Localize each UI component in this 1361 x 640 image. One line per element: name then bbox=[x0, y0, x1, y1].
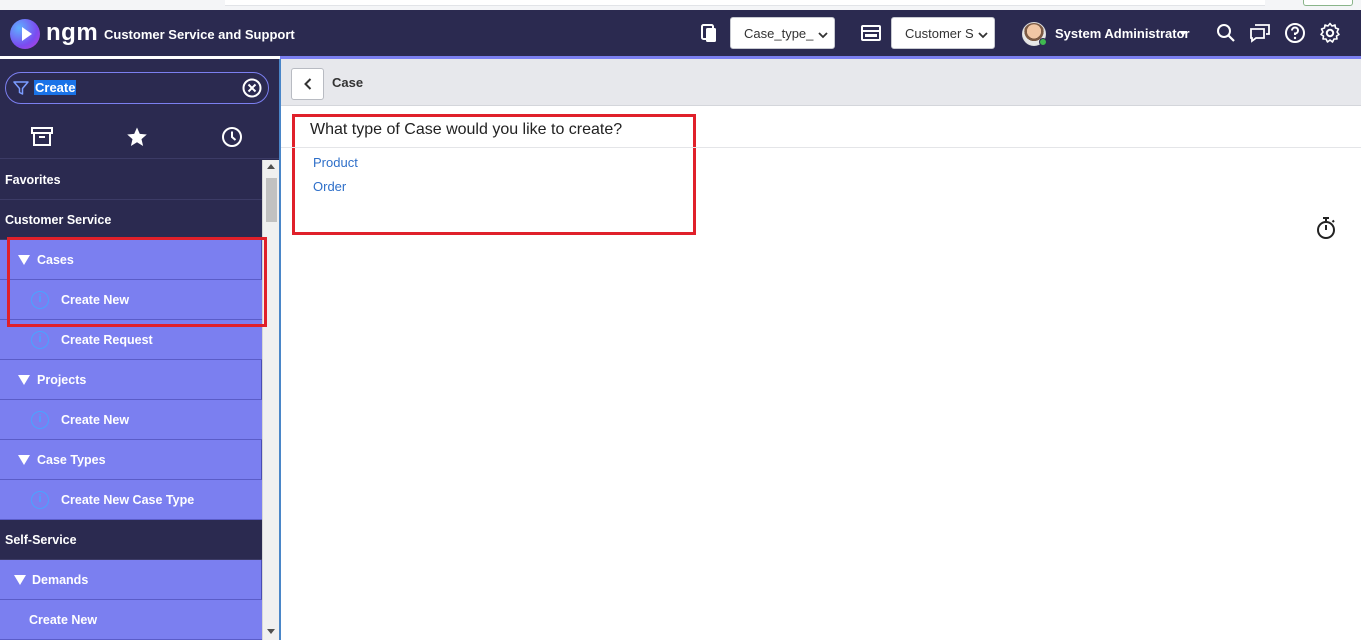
nav-label: Create New bbox=[61, 413, 130, 427]
nav-group-demands[interactable]: Demands bbox=[0, 560, 262, 600]
navigator-scrollbar[interactable] bbox=[262, 160, 279, 640]
scroll-down-arrow-icon[interactable] bbox=[267, 629, 275, 634]
info-icon[interactable]: i bbox=[31, 411, 49, 429]
nav-section-self-service[interactable]: Self-Service bbox=[0, 520, 262, 560]
user-name[interactable]: System Administrator bbox=[1055, 26, 1190, 41]
navigator-menu-list: Favorites Customer Service Cases i Create… bbox=[0, 160, 262, 640]
info-icon[interactable]: i bbox=[31, 331, 49, 349]
online-status-dot bbox=[1039, 38, 1047, 46]
page-title: Case bbox=[332, 75, 364, 90]
stopwatch-icon[interactable] bbox=[1315, 216, 1337, 240]
browser-top-strip bbox=[0, 0, 1361, 10]
nav-item-create-new-case-type[interactable]: i Create New Case Type bbox=[0, 480, 262, 520]
search-icon[interactable] bbox=[1215, 22, 1237, 44]
nav-label: Create Request bbox=[61, 333, 153, 347]
avatar[interactable] bbox=[1022, 22, 1047, 46]
nav-item-projects-create-new[interactable]: i Create New bbox=[0, 400, 262, 440]
scope-select-value: Case_type_ bbox=[744, 26, 814, 41]
favorites-star-icon[interactable] bbox=[125, 125, 149, 149]
nav-label: Cases bbox=[37, 253, 74, 267]
nav-item-demands-create-new[interactable]: Create New bbox=[0, 600, 262, 640]
nav-group-cases[interactable]: Cases bbox=[0, 240, 262, 280]
filter-icon bbox=[13, 80, 29, 101]
chat-icon[interactable] bbox=[1249, 22, 1271, 44]
chevron-down-icon bbox=[978, 28, 988, 43]
user-menu-caret-icon[interactable] bbox=[1179, 31, 1187, 36]
top-right-button-edge bbox=[1303, 0, 1353, 6]
nav-label: Self-Service bbox=[5, 533, 77, 547]
application-scope-icon[interactable] bbox=[698, 22, 720, 44]
brand-name[interactable]: ngm bbox=[46, 19, 98, 47]
expand-triangle-icon[interactable] bbox=[18, 375, 30, 385]
form-header: Case bbox=[281, 59, 1361, 106]
app-select-value: Customer S bbox=[905, 26, 974, 41]
gear-icon[interactable] bbox=[1319, 22, 1341, 44]
scope-select[interactable]: Case_type_ bbox=[730, 17, 835, 49]
divider bbox=[281, 147, 1361, 148]
expand-triangle-icon[interactable] bbox=[14, 575, 26, 585]
application-navigator: Create Favorites Customer Service Cases … bbox=[0, 59, 280, 640]
nav-section-customer-service[interactable]: Customer Service bbox=[0, 200, 262, 240]
expand-triangle-icon[interactable] bbox=[18, 455, 30, 465]
history-clock-icon[interactable] bbox=[220, 125, 244, 149]
case-type-question: What type of Case would you like to crea… bbox=[310, 121, 623, 138]
case-type-link-product[interactable]: Product bbox=[313, 155, 358, 170]
nav-label: Create New Case Type bbox=[61, 493, 195, 507]
nav-section-favorites[interactable]: Favorites bbox=[0, 160, 262, 200]
case-type-link-order[interactable]: Order bbox=[313, 179, 346, 194]
nav-label: Favorites bbox=[5, 173, 61, 187]
nav-label: Projects bbox=[37, 373, 87, 387]
nav-label: Create New bbox=[29, 613, 98, 627]
all-apps-icon[interactable] bbox=[30, 125, 54, 149]
nav-item-cases-create-new[interactable]: i Create New bbox=[0, 280, 262, 320]
nav-group-projects[interactable]: Projects bbox=[0, 360, 262, 400]
logo-icon[interactable] bbox=[10, 19, 40, 49]
product-name: Customer Service and Support bbox=[104, 27, 295, 42]
scroll-up-arrow-icon[interactable] bbox=[267, 164, 275, 169]
nav-label: Demands bbox=[32, 573, 89, 587]
back-button[interactable] bbox=[291, 68, 324, 100]
navigator-filter-input[interactable]: Create bbox=[5, 72, 269, 104]
address-bar-edge bbox=[225, 0, 1265, 6]
chevron-left-icon bbox=[303, 78, 311, 90]
chevron-down-icon bbox=[818, 28, 828, 43]
filter-text: Create bbox=[34, 80, 77, 95]
help-icon[interactable] bbox=[1284, 22, 1306, 44]
expand-triangle-icon[interactable] bbox=[18, 255, 30, 265]
navigator-tabs bbox=[0, 115, 280, 159]
scrollbar-thumb[interactable] bbox=[266, 178, 277, 222]
app-select[interactable]: Customer S bbox=[891, 17, 995, 49]
nav-label: Customer Service bbox=[5, 213, 112, 227]
info-icon[interactable]: i bbox=[31, 491, 49, 509]
info-icon[interactable]: i bbox=[31, 291, 49, 309]
application-window-icon[interactable] bbox=[860, 22, 882, 44]
nav-label: Case Types bbox=[37, 453, 106, 467]
nav-group-case-types[interactable]: Case Types bbox=[0, 440, 262, 480]
nav-item-create-request[interactable]: i Create Request bbox=[0, 320, 262, 360]
nav-label: Create New bbox=[61, 293, 130, 307]
clear-filter-icon[interactable] bbox=[242, 78, 262, 103]
app-header: ngm Customer Service and Support Case_ty… bbox=[0, 10, 1361, 59]
